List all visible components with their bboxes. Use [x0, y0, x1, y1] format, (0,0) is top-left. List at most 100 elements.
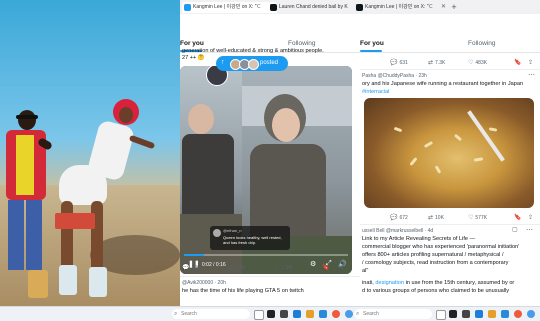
like-count: 483K [475, 60, 488, 66]
reply-button[interactable]: 💬 672 [390, 214, 408, 221]
share-button[interactable]: ⇪ [528, 214, 535, 221]
brave-icon[interactable] [332, 310, 340, 318]
edge-icon[interactable] [293, 310, 301, 318]
post-text-line: commercial blogger who has experienced '… [362, 244, 520, 250]
post-text-line: / cosmology subjects, read instruction f… [362, 260, 509, 266]
heart-icon: ♡ [468, 215, 474, 221]
browser-tab[interactable]: Lauren Chand denied bail by K ✕ [268, 2, 363, 13]
tab-for-you[interactable]: For you [180, 40, 204, 47]
like-button[interactable]: ♡ 1.9M [274, 264, 293, 271]
post-text-line: Link to my Article Revealing Secrets of … [362, 236, 476, 242]
app-icon[interactable] [462, 310, 470, 318]
heart-icon: ♡ [274, 265, 280, 271]
divider [360, 224, 540, 225]
taskbar-search[interactable]: ⌕ Search [172, 309, 250, 319]
feed-column-right: For you Following 💬 631 ⇄ 7.3K ♡ 483K 🔖 ⇪ P… [360, 14, 540, 306]
search-label: Search [181, 311, 197, 317]
new-posts-pill[interactable]: ↑ posted [216, 56, 288, 71]
tab-title: Kangmin Lee | 이강민 on X: "ㄷ [365, 4, 434, 10]
more-icon[interactable]: ⋯ [528, 71, 535, 79]
bookmark-button[interactable]: 🔖 [514, 59, 523, 66]
browser-tab[interactable]: Kangmin Lee | 이강민 on X: "ㄷ ✕ [354, 2, 449, 13]
bookmark-button[interactable]: 🔖 [514, 214, 523, 221]
post-text-line: offers 800+ articles profiling supernatu… [362, 252, 504, 258]
browser-tab[interactable]: Kangmin Lee | 이강민 on X: "ㄷ ✕ [182, 2, 277, 13]
reply-icon: 💬 [390, 60, 398, 66]
food-image[interactable] [364, 98, 534, 208]
designation-link[interactable]: designation [375, 280, 404, 286]
edge-icon[interactable] [475, 310, 483, 318]
feed-column-middle: For you Following generation of well-edu… [180, 14, 361, 306]
tab-following[interactable]: Following [288, 40, 315, 47]
taskbar: ⌕ Search ⌕ Search [0, 306, 540, 321]
video-player[interactable]: @ethan_n Queen looks healthy, well reste… [180, 66, 352, 274]
post-user[interactable]: ussell Bell @markrusselbell · 4d [362, 228, 433, 234]
app-icon[interactable] [267, 310, 275, 318]
video-progress-bar[interactable] [184, 254, 348, 256]
repost-icon: ⇄ [428, 60, 434, 66]
avatar [248, 59, 259, 70]
chrome-icon[interactable] [345, 310, 353, 318]
tab-title: Kangmin Lee | 이강민 on X: "ㄷ [193, 4, 262, 10]
bookmark-button[interactable]: 🔖 [322, 264, 331, 271]
close-icon[interactable]: ✕ [441, 2, 446, 13]
post-text-line: d to various groups of persons who claim… [362, 288, 510, 294]
grok-icon[interactable]: ▢ [512, 226, 518, 233]
settings-icon[interactable]: ⚙ [310, 260, 316, 268]
post-user[interactable]: Pasha @ChuddyPasha · 23h [362, 73, 427, 79]
folder-icon[interactable] [306, 310, 314, 318]
repost-button[interactable]: ⇄ 10K [428, 214, 444, 221]
share-icon: ⇪ [340, 265, 346, 271]
like-button[interactable]: ♡ 577K [468, 214, 487, 221]
tab-for-you[interactable]: For you [360, 40, 384, 47]
app-icon[interactable] [280, 310, 288, 318]
post-user[interactable]: @Avik200000 · 20h [182, 280, 226, 286]
repost-count: 6.3K [235, 265, 246, 271]
repost-button[interactable]: ⇄ 7.3K [428, 59, 445, 66]
store-icon[interactable] [501, 310, 509, 318]
share-button[interactable]: ⇪ [340, 264, 347, 271]
hashtag-link[interactable]: #interracial [362, 89, 389, 96]
arrow-up-icon: ↑ [221, 59, 225, 66]
task-view-icon[interactable] [254, 310, 264, 320]
post-snippet: generation of well-educated & strong & a… [182, 48, 324, 54]
repost-icon: ⇄ [428, 215, 434, 221]
bookmark-icon: 🔖 [322, 265, 330, 271]
dance-video[interactable] [0, 0, 180, 310]
post-text-line: inati, designation in use from the 15th … [362, 280, 538, 287]
caption-user: @ethan_n [223, 228, 242, 233]
search-label: Search [363, 311, 379, 317]
more-icon[interactable]: ⋯ [526, 226, 533, 234]
taskbar-search[interactable]: ⌕ Search [354, 309, 432, 319]
reply-count: 631 [399, 60, 408, 66]
bench [55, 213, 95, 229]
chrome-icon[interactable] [527, 310, 535, 318]
new-tab-button[interactable]: + [449, 1, 459, 13]
share-button[interactable]: ⇪ [528, 59, 535, 66]
tab-following[interactable]: Following [468, 40, 495, 47]
post-text: he has the time of his life playing GTA … [182, 288, 304, 294]
task-view-icon[interactable] [436, 310, 446, 320]
folder-icon[interactable] [488, 310, 496, 318]
bookmark-icon: 🔖 [514, 215, 522, 221]
divider [360, 69, 540, 70]
post-text-line: al" [362, 268, 369, 274]
like-button[interactable]: ♡ 483K [468, 59, 487, 66]
x-logo-icon [270, 4, 277, 11]
bookmark-icon: 🔖 [514, 60, 522, 66]
x-logo-icon [184, 4, 191, 11]
brave-icon[interactable] [514, 310, 522, 318]
search-icon: ⌕ [356, 311, 360, 317]
store-icon[interactable] [319, 310, 327, 318]
repost-button[interactable]: ⇄ 6.3K [228, 264, 245, 271]
reply-button[interactable]: 💬 206 [182, 264, 200, 271]
share-icon: ⇪ [528, 215, 534, 221]
app-icon[interactable] [449, 310, 457, 318]
reply-button[interactable]: 💬 631 [390, 59, 408, 66]
avatar [213, 229, 221, 237]
like-count: 577K [475, 215, 488, 221]
like-count: 1.9M [281, 265, 293, 271]
x-logo-icon [356, 4, 363, 11]
post-snippet-counts: 27 ++ 🤔 [182, 55, 205, 61]
post-text: ory and his Japanese wife running a rest… [362, 81, 524, 87]
